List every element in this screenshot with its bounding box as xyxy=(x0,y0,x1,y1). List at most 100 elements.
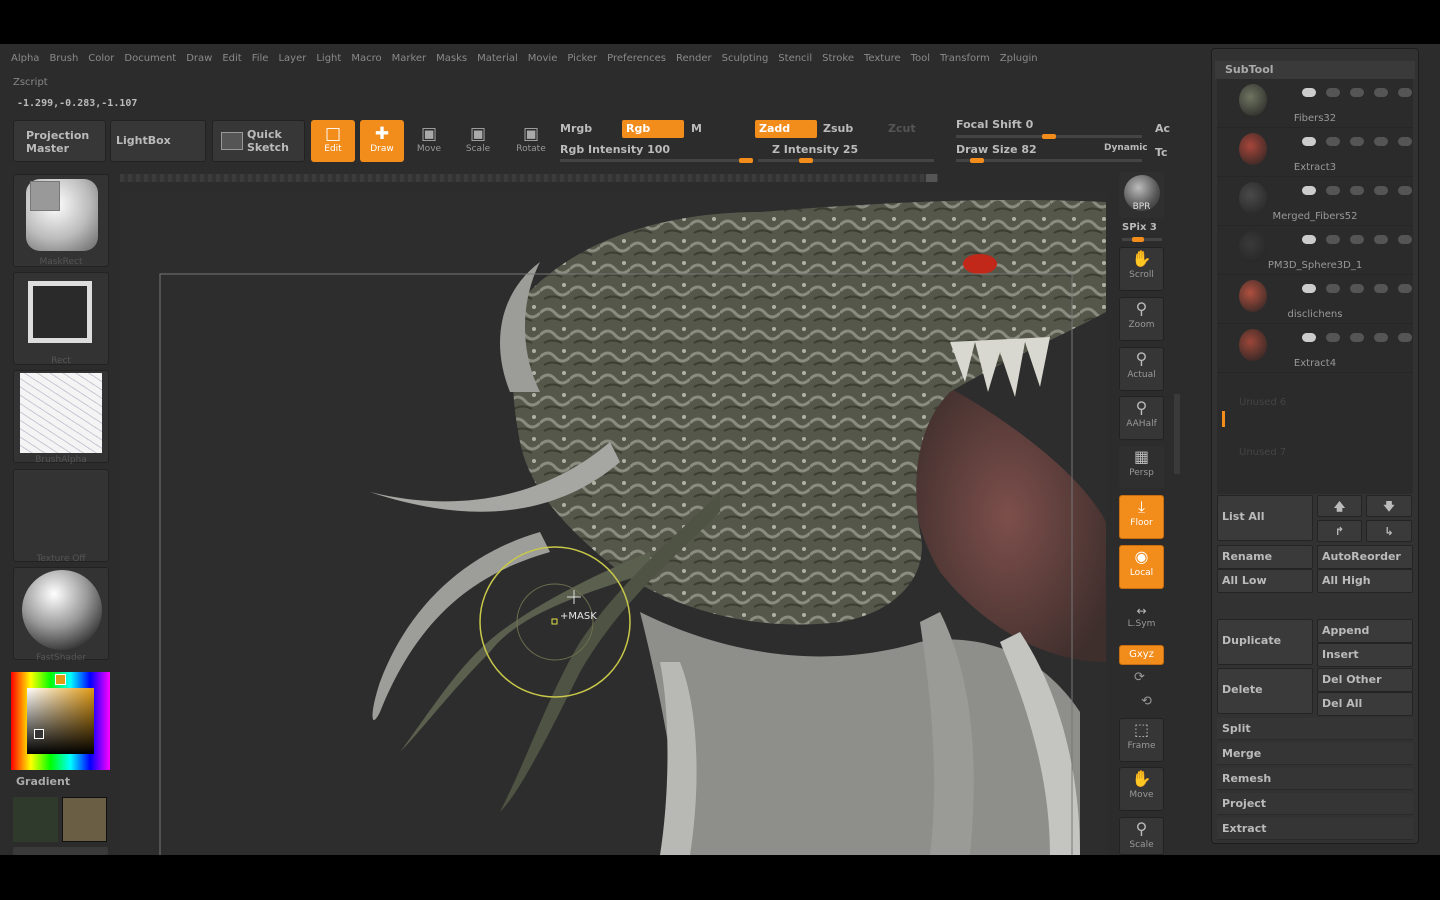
move-view-button[interactable]: ✋ Move xyxy=(1119,767,1164,811)
sculpt-viewport[interactable]: +MASK xyxy=(120,192,1106,855)
del-other-button[interactable]: Del Other xyxy=(1317,668,1413,692)
merge-section[interactable]: Merge xyxy=(1217,743,1413,765)
subtool-item[interactable]: PM3D_Sphere3D_1 xyxy=(1217,226,1413,275)
menu-item-draw[interactable]: Draw xyxy=(181,50,217,68)
visibility-toggle-icon[interactable] xyxy=(1302,284,1316,293)
draw-size-label[interactable]: Draw Size 82 xyxy=(956,143,1037,156)
subtool-option-icon[interactable] xyxy=(1398,284,1412,293)
subtool-option-icon[interactable] xyxy=(1398,88,1412,97)
brush-alpha-slot[interactable] xyxy=(13,370,109,463)
mrgb-toggle[interactable]: Mrgb xyxy=(560,122,592,135)
subtool-option-icon[interactable] xyxy=(1350,137,1364,146)
rotate-y-icon[interactable]: ⟳ xyxy=(1134,670,1145,685)
subtool-option-icon[interactable] xyxy=(1374,88,1388,97)
spix-knob[interactable] xyxy=(1132,237,1144,242)
insert-button[interactable]: Insert xyxy=(1317,643,1413,667)
projection-master-button[interactable]: Projection Master xyxy=(13,120,106,162)
subtool-option-icon[interactable] xyxy=(1350,88,1364,97)
subtool-option-icon[interactable] xyxy=(1326,333,1340,342)
z-intensity-knob[interactable] xyxy=(799,158,813,163)
subtool-option-icon[interactable] xyxy=(1374,235,1388,244)
subtool-item[interactable]: Extract3 xyxy=(1217,128,1413,177)
draw-size-knob[interactable] xyxy=(970,158,984,163)
quick-sketch-button[interactable]: Quick Sketch xyxy=(212,120,305,162)
menu-item-material[interactable]: Material xyxy=(472,50,523,68)
menu-item-document[interactable]: Document xyxy=(119,50,181,68)
menu-item-marker[interactable]: Marker xyxy=(387,50,432,68)
main-color-swatch[interactable] xyxy=(62,797,107,842)
menu-item-tool[interactable]: Tool xyxy=(906,50,935,68)
scroll-button[interactable]: ✋ Scroll xyxy=(1119,247,1164,291)
menu-item-stroke[interactable]: Stroke xyxy=(817,50,859,68)
menu-item-light[interactable]: Light xyxy=(311,50,346,68)
bpr-button[interactable]: BPR xyxy=(1119,172,1164,218)
subtool-option-icon[interactable] xyxy=(1326,137,1340,146)
zcut-toggle[interactable]: Zcut xyxy=(888,122,916,135)
subtool-option-icon[interactable] xyxy=(1326,88,1340,97)
zadd-toggle[interactable]: Zadd xyxy=(755,120,817,138)
subtool-option-icon[interactable] xyxy=(1326,284,1340,293)
gradient-label[interactable]: Gradient xyxy=(16,775,70,788)
draw-size-slider[interactable] xyxy=(956,158,1142,163)
menu-item-movie[interactable]: Movie xyxy=(523,50,563,68)
m-toggle[interactable]: M xyxy=(691,122,702,135)
subtool-item[interactable]: Fibers32 xyxy=(1217,79,1413,128)
extract-section[interactable]: Extract xyxy=(1217,818,1413,840)
menu-item-stencil[interactable]: Stencil xyxy=(773,50,817,68)
menu-item-macro[interactable]: Macro xyxy=(346,50,386,68)
visibility-toggle-icon[interactable] xyxy=(1302,333,1316,342)
color-picker-value-marker[interactable] xyxy=(34,729,44,739)
rename-button[interactable]: Rename xyxy=(1217,545,1313,569)
del-all-button[interactable]: Del All xyxy=(1317,692,1413,716)
menu-item-transform[interactable]: Transform xyxy=(935,50,995,68)
visibility-toggle-icon[interactable] xyxy=(1302,235,1316,244)
visibility-toggle-icon[interactable] xyxy=(1302,88,1316,97)
rotate-mode-button[interactable]: ▣ Rotate xyxy=(511,124,551,160)
move-to-top-button[interactable]: ↱ xyxy=(1317,520,1362,542)
move-up-button[interactable]: 🡅 xyxy=(1317,495,1362,517)
project-section[interactable]: Project xyxy=(1217,793,1413,815)
subtool-option-icon[interactable] xyxy=(1326,235,1340,244)
lsym-button[interactable]: ↔ L.Sym xyxy=(1119,603,1164,635)
menu-item-masks[interactable]: Masks xyxy=(431,50,472,68)
edit-mode-button[interactable]: □ Edit xyxy=(311,120,355,162)
move-down-button[interactable]: 🡇 xyxy=(1366,495,1412,517)
subtool-option-icon[interactable] xyxy=(1326,186,1340,195)
rgb-intensity-slider[interactable] xyxy=(560,158,753,163)
subtool-option-icon[interactable] xyxy=(1350,284,1364,293)
subtool-title[interactable]: SubTool xyxy=(1215,61,1415,79)
focal-shift-knob[interactable] xyxy=(1042,134,1056,139)
subtool-option-icon[interactable] xyxy=(1398,186,1412,195)
subtool-option-icon[interactable] xyxy=(1374,284,1388,293)
menu-item-sculpting[interactable]: Sculpting xyxy=(717,50,774,68)
zsub-toggle[interactable]: Zsub xyxy=(823,122,853,135)
menu-item-preferences[interactable]: Preferences xyxy=(602,50,671,68)
menu-item-zplugin[interactable]: Zplugin xyxy=(995,50,1043,68)
persp-button[interactable]: ▦ Persp xyxy=(1119,446,1164,488)
timeline-handle[interactable] xyxy=(926,174,937,182)
menu-item-texture[interactable]: Texture xyxy=(859,50,906,68)
document-canvas[interactable]: +MASK xyxy=(120,192,1106,855)
auto-reorder-button[interactable]: AutoReorder xyxy=(1317,545,1413,569)
subtool-option-icon[interactable] xyxy=(1398,137,1412,146)
color-picker[interactable] xyxy=(11,672,110,770)
menu-item-brush[interactable]: Brush xyxy=(44,50,83,68)
menu-item-picker[interactable]: Picker xyxy=(562,50,602,68)
all-low-button[interactable]: All Low xyxy=(1217,569,1313,593)
subtool-option-icon[interactable] xyxy=(1350,186,1364,195)
spix-slider-label[interactable]: SPix 3 xyxy=(1122,222,1157,233)
subtool-list[interactable]: Fibers32 Extract3 Merged_Fibers52 PM3D_Sphe… xyxy=(1217,79,1413,494)
scale-mode-button[interactable]: ▣ Scale xyxy=(458,124,498,160)
menu-item-edit[interactable]: Edit xyxy=(217,50,246,68)
move-to-bottom-button[interactable]: ↳ xyxy=(1366,520,1412,542)
dynamic-toggle[interactable]: Dynamic xyxy=(1104,143,1148,153)
menu-item-color[interactable]: Color xyxy=(83,50,119,68)
rgb-toggle[interactable]: Rgb xyxy=(622,120,684,138)
duplicate-button[interactable]: Duplicate xyxy=(1217,619,1313,665)
menu-item-alpha[interactable]: Alpha xyxy=(6,50,44,68)
color-picker-inner-square[interactable] xyxy=(27,688,94,754)
subtool-option-icon[interactable] xyxy=(1350,333,1364,342)
menu-item-file[interactable]: File xyxy=(247,50,274,68)
local-button[interactable]: ◉ Local xyxy=(1119,545,1164,589)
append-button[interactable]: Append xyxy=(1317,619,1413,643)
